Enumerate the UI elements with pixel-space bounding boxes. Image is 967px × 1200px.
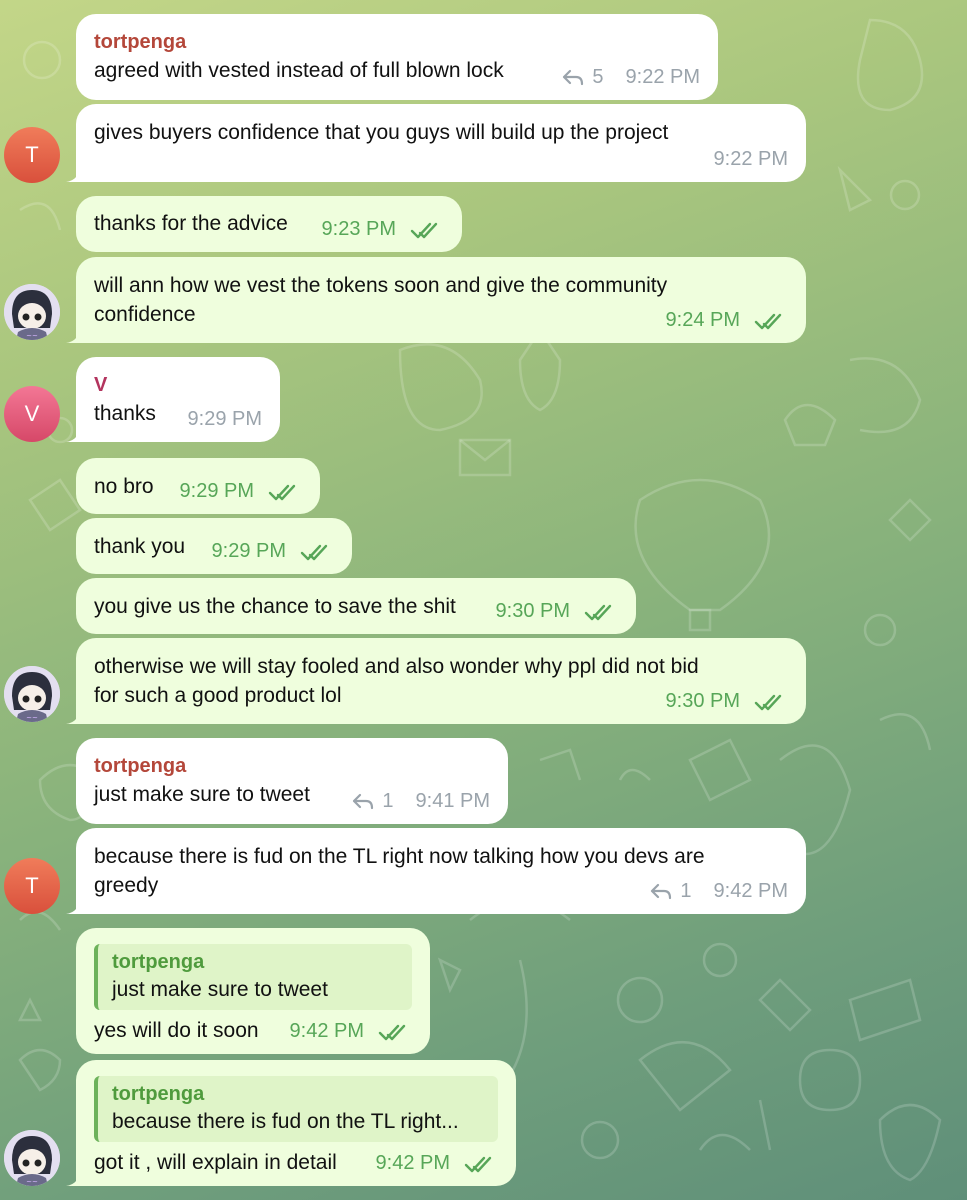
replies-count[interactable]: 1 (352, 787, 394, 816)
message-meta: 9:29 PM (180, 477, 302, 506)
quoted-text: because there is fud on the TL right... (112, 1110, 459, 1133)
bubble-tail (66, 896, 80, 914)
message-bubble-outgoing[interactable]: will ann how we vest the tokens soon and… (66, 257, 806, 343)
message-text: just make sure to tweet (94, 783, 310, 806)
message-bubble-outgoing[interactable]: thanks for the advice 9:23 PM (76, 196, 462, 252)
message-text: thank you (94, 535, 186, 558)
quoted-reply[interactable]: tortpenga because there is fud on the TL… (94, 1076, 498, 1142)
message-bubble-outgoing[interactable]: thank you 9:29 PM (76, 518, 352, 574)
svg-text:~~: ~~ (26, 1178, 38, 1186)
bubble-tail (66, 325, 80, 343)
message-time: 9:29 PM (187, 408, 262, 430)
quoted-sender: tortpenga (112, 1083, 205, 1105)
replies-count[interactable]: 1 (650, 877, 692, 906)
message-meta: 1 9:42 PM (650, 877, 788, 906)
message-meta: 9:29 PM (188, 405, 262, 434)
message-meta: 9:42 PM (376, 1149, 498, 1178)
user-avatar[interactable]: ~~ (4, 1130, 60, 1186)
message-time: 9:22 PM (625, 66, 700, 88)
message-bubble-outgoing[interactable]: tortpenga just make sure to tweet yes wi… (76, 928, 430, 1054)
user-avatar[interactable]: ~~ (4, 666, 60, 722)
quoted-sender: tortpenga (112, 951, 205, 973)
message-time: 9:29 PM (211, 540, 286, 562)
message-time: 9:41 PM (415, 790, 490, 812)
message-time: 9:30 PM (495, 600, 570, 622)
svg-text:~~: ~~ (26, 714, 38, 722)
message-bubble-outgoing[interactable]: no bro 9:29 PM (76, 458, 320, 514)
bubble-tail (66, 1168, 80, 1186)
message-meta: 9:24 PM (666, 306, 788, 335)
message-text: yes will do it soon (94, 1019, 259, 1042)
message-time: 9:22 PM (713, 148, 788, 170)
bubble-tail (66, 164, 80, 182)
double-check-icon (754, 313, 782, 329)
double-check-icon (584, 604, 612, 620)
svg-text:~~: ~~ (26, 332, 38, 340)
avatar[interactable]: T (4, 858, 60, 914)
message-text: thanks for the advice (94, 212, 288, 235)
user-avatar[interactable]: ~~ (4, 284, 60, 340)
double-check-icon (268, 484, 296, 500)
message-meta: 9:42 PM (290, 1017, 412, 1046)
quoted-text: just make sure to tweet (112, 978, 328, 1001)
message-text-line1: will ann how we vest the tokens soon and… (94, 274, 668, 297)
message-bubble-incoming[interactable]: V thanks 9:29 PM (66, 357, 280, 442)
message-meta: 5 9:22 PM (562, 63, 700, 92)
replies-count[interactable]: 5 (562, 63, 604, 92)
message-bubble-outgoing[interactable]: you give us the chance to save the shit … (76, 578, 636, 634)
message-meta: 9:23 PM (322, 215, 444, 244)
message-text: got it , will explain in detail (94, 1151, 337, 1174)
message-bubble-outgoing[interactable]: otherwise we will stay fooled and also w… (66, 638, 806, 724)
reply-arrow-icon (651, 883, 672, 899)
message-time: 9:23 PM (321, 218, 396, 240)
message-text: no bro (94, 475, 154, 498)
anime-avatar-icon: ~~ (4, 1130, 60, 1186)
message-text: you give us the chance to save the shit (94, 595, 456, 618)
message-meta: 9:29 PM (212, 537, 334, 566)
bubble-tail (66, 706, 80, 724)
double-check-icon (464, 1156, 492, 1172)
message-time: 9:42 PM (289, 1020, 364, 1042)
message-meta: 9:30 PM (496, 597, 618, 626)
bubble-tail (66, 424, 80, 442)
message-text: thanks (94, 402, 156, 425)
message-time: 9:42 PM (375, 1152, 450, 1174)
message-time: 9:42 PM (713, 880, 788, 902)
anime-avatar-icon: ~~ (4, 284, 60, 340)
sender-name[interactable]: tortpenga (94, 752, 490, 780)
reply-arrow-icon (353, 793, 374, 809)
message-meta: 9:22 PM (714, 145, 788, 174)
message-time: 9:24 PM (665, 309, 740, 331)
message-meta: 9:30 PM (666, 687, 788, 716)
message-meta: 1 9:41 PM (352, 787, 490, 816)
avatar[interactable]: T (4, 127, 60, 183)
sender-name[interactable]: V (94, 371, 262, 399)
double-check-icon (378, 1024, 406, 1040)
message-bubble-incoming[interactable]: tortpenga agreed with vested instead of … (76, 14, 718, 100)
message-bubble-outgoing[interactable]: tortpenga because there is fud on the TL… (66, 1060, 516, 1186)
quoted-reply[interactable]: tortpenga just make sure to tweet (94, 944, 412, 1010)
message-text: agreed with vested instead of full blown… (94, 59, 504, 82)
message-text: gives buyers confidence that you guys wi… (94, 121, 669, 144)
anime-avatar-icon: ~~ (4, 666, 60, 722)
avatar[interactable]: V (4, 386, 60, 442)
double-check-icon (754, 694, 782, 710)
double-check-icon (300, 544, 328, 560)
message-time: 9:30 PM (665, 690, 740, 712)
reply-arrow-icon (563, 69, 584, 85)
sender-name[interactable]: tortpenga (94, 28, 700, 56)
message-bubble-incoming[interactable]: gives buyers confidence that you guys wi… (66, 104, 806, 182)
message-bubble-incoming[interactable]: tortpenga just make sure to tweet 1 9:41… (76, 738, 508, 824)
message-time: 9:29 PM (179, 480, 254, 502)
message-text-line1: otherwise we will stay fooled and also w… (94, 655, 699, 678)
message-bubble-incoming[interactable]: because there is fud on the TL right now… (66, 828, 806, 914)
double-check-icon (410, 222, 438, 238)
message-text-line1: because there is fud on the TL right now… (94, 845, 705, 868)
